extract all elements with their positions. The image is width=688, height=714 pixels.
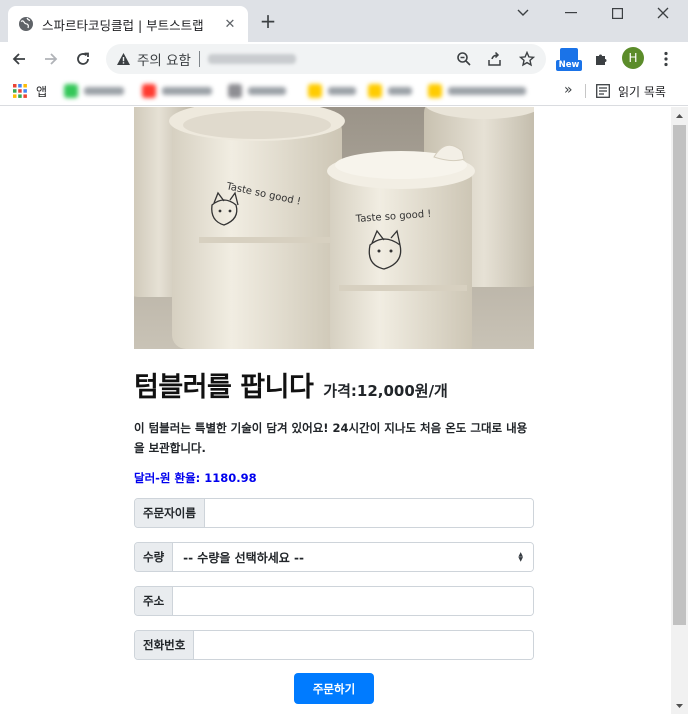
address-separator [198,51,200,67]
bookmark-item-redacted[interactable] [428,83,526,99]
profile-avatar[interactable]: H [622,47,644,69]
page-viewport: Taste so good ! Taste so good ! 텀블러를 팝니다… [0,107,688,714]
bookmarks-separator [585,84,586,98]
reading-list-icon[interactable] [596,84,610,98]
close-window-button[interactable] [640,0,686,26]
scrollbar-thumb[interactable] [673,125,686,625]
new-badge-label: New [556,60,582,71]
name-input[interactable] [204,499,533,527]
address-url-redacted [207,54,296,64]
vertical-scrollbar[interactable] [671,107,688,714]
maximize-button[interactable] [594,0,640,26]
tab-close-icon[interactable]: ✕ [222,16,238,32]
product-image: Taste so good ! Taste so good ! [134,107,534,349]
phone-input[interactable] [194,631,533,659]
order-form: 주문자이름 수량 -- 수량을 선택하세요 -- ▲ ▼ 주소 전화번호 주문하기 [134,498,534,704]
submit-wrapper: 주문하기 [134,673,534,704]
reload-button[interactable] [70,46,96,72]
product-title: 텀블러를 팝니다 [134,372,314,403]
tab-title: 스파르타코딩클럽 | 부트스트랩 [42,17,204,33]
forward-button[interactable] [38,46,64,72]
scroll-up-arrow-icon[interactable] [671,107,688,124]
bookmark-apps-label[interactable]: 앱 [36,83,47,100]
minimize-button[interactable] [548,0,594,26]
order-submit-button[interactable]: 주문하기 [294,673,374,704]
new-tab-button[interactable]: + [258,11,278,32]
exchange-rate-label: 달러-원 환율: [134,471,201,485]
globe-icon [19,17,33,31]
quantity-label: 수량 [135,543,174,571]
quantity-field-group: 수량 -- 수량을 선택하세요 -- ▲ ▼ [134,542,534,572]
bookmarks-overflow-button[interactable]: » [564,82,573,98]
browser-tab[interactable]: 스파르타코딩클럽 | 부트스트랩 ✕ [8,6,248,42]
name-label: 주문자이름 [135,499,205,527]
product-description: 이 텀블러는 특별한 기술이 담겨 있어요! 24시간이 지나도 처음 온도 그… [134,421,528,455]
back-button[interactable] [6,46,32,72]
name-field-group: 주문자이름 [134,498,534,528]
scroll-down-arrow-icon[interactable] [671,697,688,714]
security-warning-label: 주의 요함 [137,53,191,69]
menu-kebab-icon[interactable] [654,47,678,71]
select-arrows-icon: ▲ ▼ [518,551,523,563]
address-field-group: 주소 [134,586,534,616]
bookmark-item-redacted[interactable] [142,83,212,99]
quantity-selected-value: -- 수량을 선택하세요 -- [183,550,304,565]
product-card: Taste so good ! Taste so good ! 텀블러를 팝니다… [134,107,534,704]
bookmarks-bar: 앱 » 읽기 목록 [0,76,688,106]
browser-toolbar: 주의 요함 [0,42,688,76]
address-bar[interactable]: 주의 요함 [106,44,546,74]
exchange-rate: 달러-원 환율: 1180.98 [134,470,534,486]
quantity-select[interactable]: -- 수량을 선택하세요 -- ▲ ▼ [173,543,533,571]
tab-search-icon[interactable] [500,0,546,26]
address-label: 주소 [135,587,174,615]
phone-label: 전화번호 [135,631,195,659]
extensions-puzzle-icon[interactable] [589,47,613,71]
zoom-icon[interactable] [456,51,472,67]
product-headline: 텀블러를 팝니다 가격:12,000원/개 [134,365,534,404]
share-icon[interactable] [487,51,503,67]
product-price: 가격:12,000원/개 [323,382,448,400]
bookmark-star-icon[interactable] [519,51,535,67]
phone-field-group: 전화번호 [134,630,534,660]
bookmark-item-redacted[interactable] [228,83,286,99]
extension-new-icon[interactable]: New [556,47,582,73]
browser-titlebar: 스파르타코딩클럽 | 부트스트랩 ✕ + [0,0,688,42]
reading-list-label[interactable]: 읽기 목록 [618,83,666,100]
address-input[interactable] [173,587,533,615]
bookmark-item-redacted[interactable] [64,83,124,99]
warning-icon[interactable] [116,52,131,66]
apps-grid-icon[interactable] [12,83,28,99]
exchange-rate-value: 1180.98 [204,471,257,485]
bookmark-item-redacted[interactable] [368,83,412,99]
bookmark-item-redacted[interactable] [308,83,356,99]
